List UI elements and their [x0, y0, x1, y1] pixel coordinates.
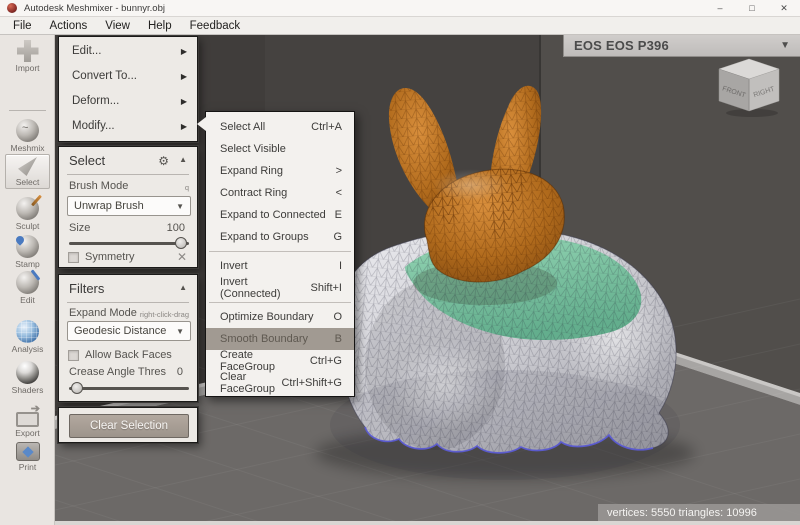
sidebar-tool-export[interactable]: Export [0, 405, 55, 438]
divider [67, 174, 189, 175]
chevron-down-icon: ▼ [176, 327, 184, 336]
submenu-arrow-icon: ▶ [181, 89, 187, 114]
crease-angle-label: Crease Angle Thres [69, 366, 166, 378]
mesh-stats-text: vertices: 5550 triangles: 10996 [607, 507, 757, 519]
view-cube[interactable]: FRONT RIGHT [716, 57, 782, 122]
sidebar-tool-stamp[interactable]: Stamp [0, 235, 55, 269]
clear-selection-panel: Clear Selection [58, 407, 198, 443]
size-slider[interactable] [69, 237, 189, 249]
clear-selection-button[interactable]: Clear Selection [69, 414, 189, 438]
modify-context-menu: Select AllCtrl+A Select Visible Expand R… [205, 111, 355, 397]
menu-help[interactable]: Help [139, 17, 181, 35]
import-icon [17, 40, 39, 62]
select-panel-title: Select [69, 153, 105, 168]
filters-panel: Filters ▲ Expand Mode right-click-drag G… [58, 274, 198, 402]
collapse-panel-icon[interactable]: ▲ [179, 283, 187, 292]
select-panel: Select ⚙ ▲ Brush Mode q Unwrap Brush ▼ S… [58, 146, 198, 268]
meshmix-icon: ~ [16, 119, 39, 142]
sidebar-divider [9, 110, 46, 111]
menu-item-contract-ring[interactable]: Contract Ring< [206, 182, 354, 204]
menu-item-create-facegroup[interactable]: Create FaceGroupCtrl+G [206, 350, 354, 372]
symmetry-clear-icon[interactable]: ✕ [177, 250, 187, 264]
menu-item-select-all[interactable]: Select AllCtrl+A [206, 116, 354, 138]
symmetry-label: Symmetry [85, 251, 135, 263]
submenu-arrow-icon: ▶ [181, 39, 187, 64]
symmetry-checkbox[interactable] [68, 252, 79, 263]
sidebar-tool-edit[interactable]: Edit [0, 271, 55, 305]
size-label: Size [69, 222, 90, 234]
collapse-panel-icon[interactable]: ▲ [179, 155, 187, 164]
sidebar-tool-print[interactable]: Print [0, 442, 55, 472]
edit-icon [16, 271, 39, 294]
mesh-stats-badge: vertices: 5550 triangles: 10996 [598, 504, 800, 521]
allow-back-faces-checkbox[interactable] [68, 350, 79, 361]
crease-angle-slider[interactable] [69, 382, 189, 394]
chevron-down-icon: ▼ [176, 202, 184, 211]
menu-item-invert-connected[interactable]: Invert (Connected)Shift+I [206, 277, 354, 299]
window-bottom-edge [55, 521, 800, 525]
menu-divider [209, 302, 351, 303]
shaders-icon [16, 361, 39, 384]
menu-divider [209, 251, 351, 252]
maximize-button[interactable]: □ [736, 0, 768, 16]
printer-selector[interactable]: EOS EOS P396 ▼ [563, 34, 800, 57]
divider [67, 302, 189, 303]
menu-file[interactable]: File [4, 17, 41, 35]
tool-menu-convert-to[interactable]: Convert To... ▶ [59, 64, 197, 89]
menu-item-optimize-boundary[interactable]: Optimize BoundaryO [206, 306, 354, 328]
title-bar: Autodesk Meshmixer - bunnyr.obj – □ ✕ [0, 0, 800, 17]
menu-item-expand-ring[interactable]: Expand Ring> [206, 160, 354, 182]
stamp-icon [16, 235, 39, 258]
print-icon [16, 442, 40, 461]
sidebar-tool-shaders[interactable]: Shaders [0, 361, 55, 395]
meshmixer-window: EOS EOS P396 ▼ FRONT RIGHT vertices: 555… [0, 0, 800, 525]
tool-menu-deform[interactable]: Deform... ▶ [59, 89, 197, 114]
submenu-arrow-icon: ▶ [181, 114, 187, 139]
gear-icon[interactable]: ⚙ [158, 154, 169, 168]
menu-item-smooth-boundary[interactable]: Smooth BoundaryB [206, 328, 354, 350]
analysis-icon [16, 320, 39, 343]
tool-sidebar: Import ~ Meshmix Select Sculpt Stamp Edi… [0, 35, 55, 525]
sidebar-tool-meshmix[interactable]: ~ Meshmix [0, 119, 55, 153]
allow-back-faces-label: Allow Back Faces [85, 349, 172, 361]
menu-item-expand-to-connected[interactable]: Expand to ConnectedE [206, 204, 354, 226]
select-tool-menu-panel: Edit... ▶ Convert To... ▶ Deform... ▶ Mo… [58, 36, 198, 142]
menu-actions[interactable]: Actions [41, 17, 97, 35]
menu-item-select-visible[interactable]: Select Visible [206, 138, 354, 160]
size-slider-knob[interactable] [175, 237, 187, 249]
crease-angle-value: 0 [177, 366, 183, 378]
select-arrow-icon [18, 157, 37, 176]
tool-menu-modify[interactable]: Modify... ▶ [59, 114, 197, 139]
submenu-connector-notch [197, 117, 206, 131]
brush-mode-label: Brush Mode [69, 180, 128, 192]
minimize-button[interactable]: – [704, 0, 736, 16]
submenu-arrow-icon: ▶ [181, 64, 187, 89]
filters-panel-title: Filters [69, 281, 104, 296]
brush-mode-hotkey: q [185, 183, 189, 192]
crease-angle-slider-knob[interactable] [71, 382, 83, 394]
sidebar-tool-sculpt[interactable]: Sculpt [0, 197, 55, 231]
size-value: 100 [167, 222, 185, 234]
sidebar-tool-import[interactable]: Import [0, 40, 55, 73]
expand-mode-label: Expand Mode [69, 307, 137, 319]
chevron-down-icon: ▼ [780, 40, 790, 51]
expand-mode-hint: right-click-drag [140, 310, 189, 319]
export-icon [16, 412, 39, 427]
expand-mode-dropdown[interactable]: Geodesic Distance ▼ [67, 321, 191, 341]
sculpt-icon [16, 197, 39, 220]
menu-item-expand-to-groups[interactable]: Expand to GroupsG [206, 226, 354, 248]
tool-menu-edit[interactable]: Edit... ▶ [59, 39, 197, 64]
sidebar-tool-analysis[interactable]: Analysis [0, 320, 55, 354]
menu-item-invert[interactable]: InvertI [206, 255, 354, 277]
menu-bar: File Actions View Help Feedback [0, 17, 800, 35]
sidebar-tool-select[interactable]: Select [5, 154, 50, 189]
menu-item-clear-facegroup[interactable]: Clear FaceGroupCtrl+Shift+G [206, 372, 354, 394]
menu-view[interactable]: View [96, 17, 139, 35]
menu-feedback[interactable]: Feedback [181, 17, 250, 35]
printer-name: EOS EOS P396 [574, 38, 669, 53]
app-logo-icon [7, 3, 17, 13]
close-button[interactable]: ✕ [768, 0, 800, 16]
window-title: Autodesk Meshmixer - bunnyr.obj [24, 3, 165, 14]
brush-mode-dropdown[interactable]: Unwrap Brush ▼ [67, 196, 191, 216]
